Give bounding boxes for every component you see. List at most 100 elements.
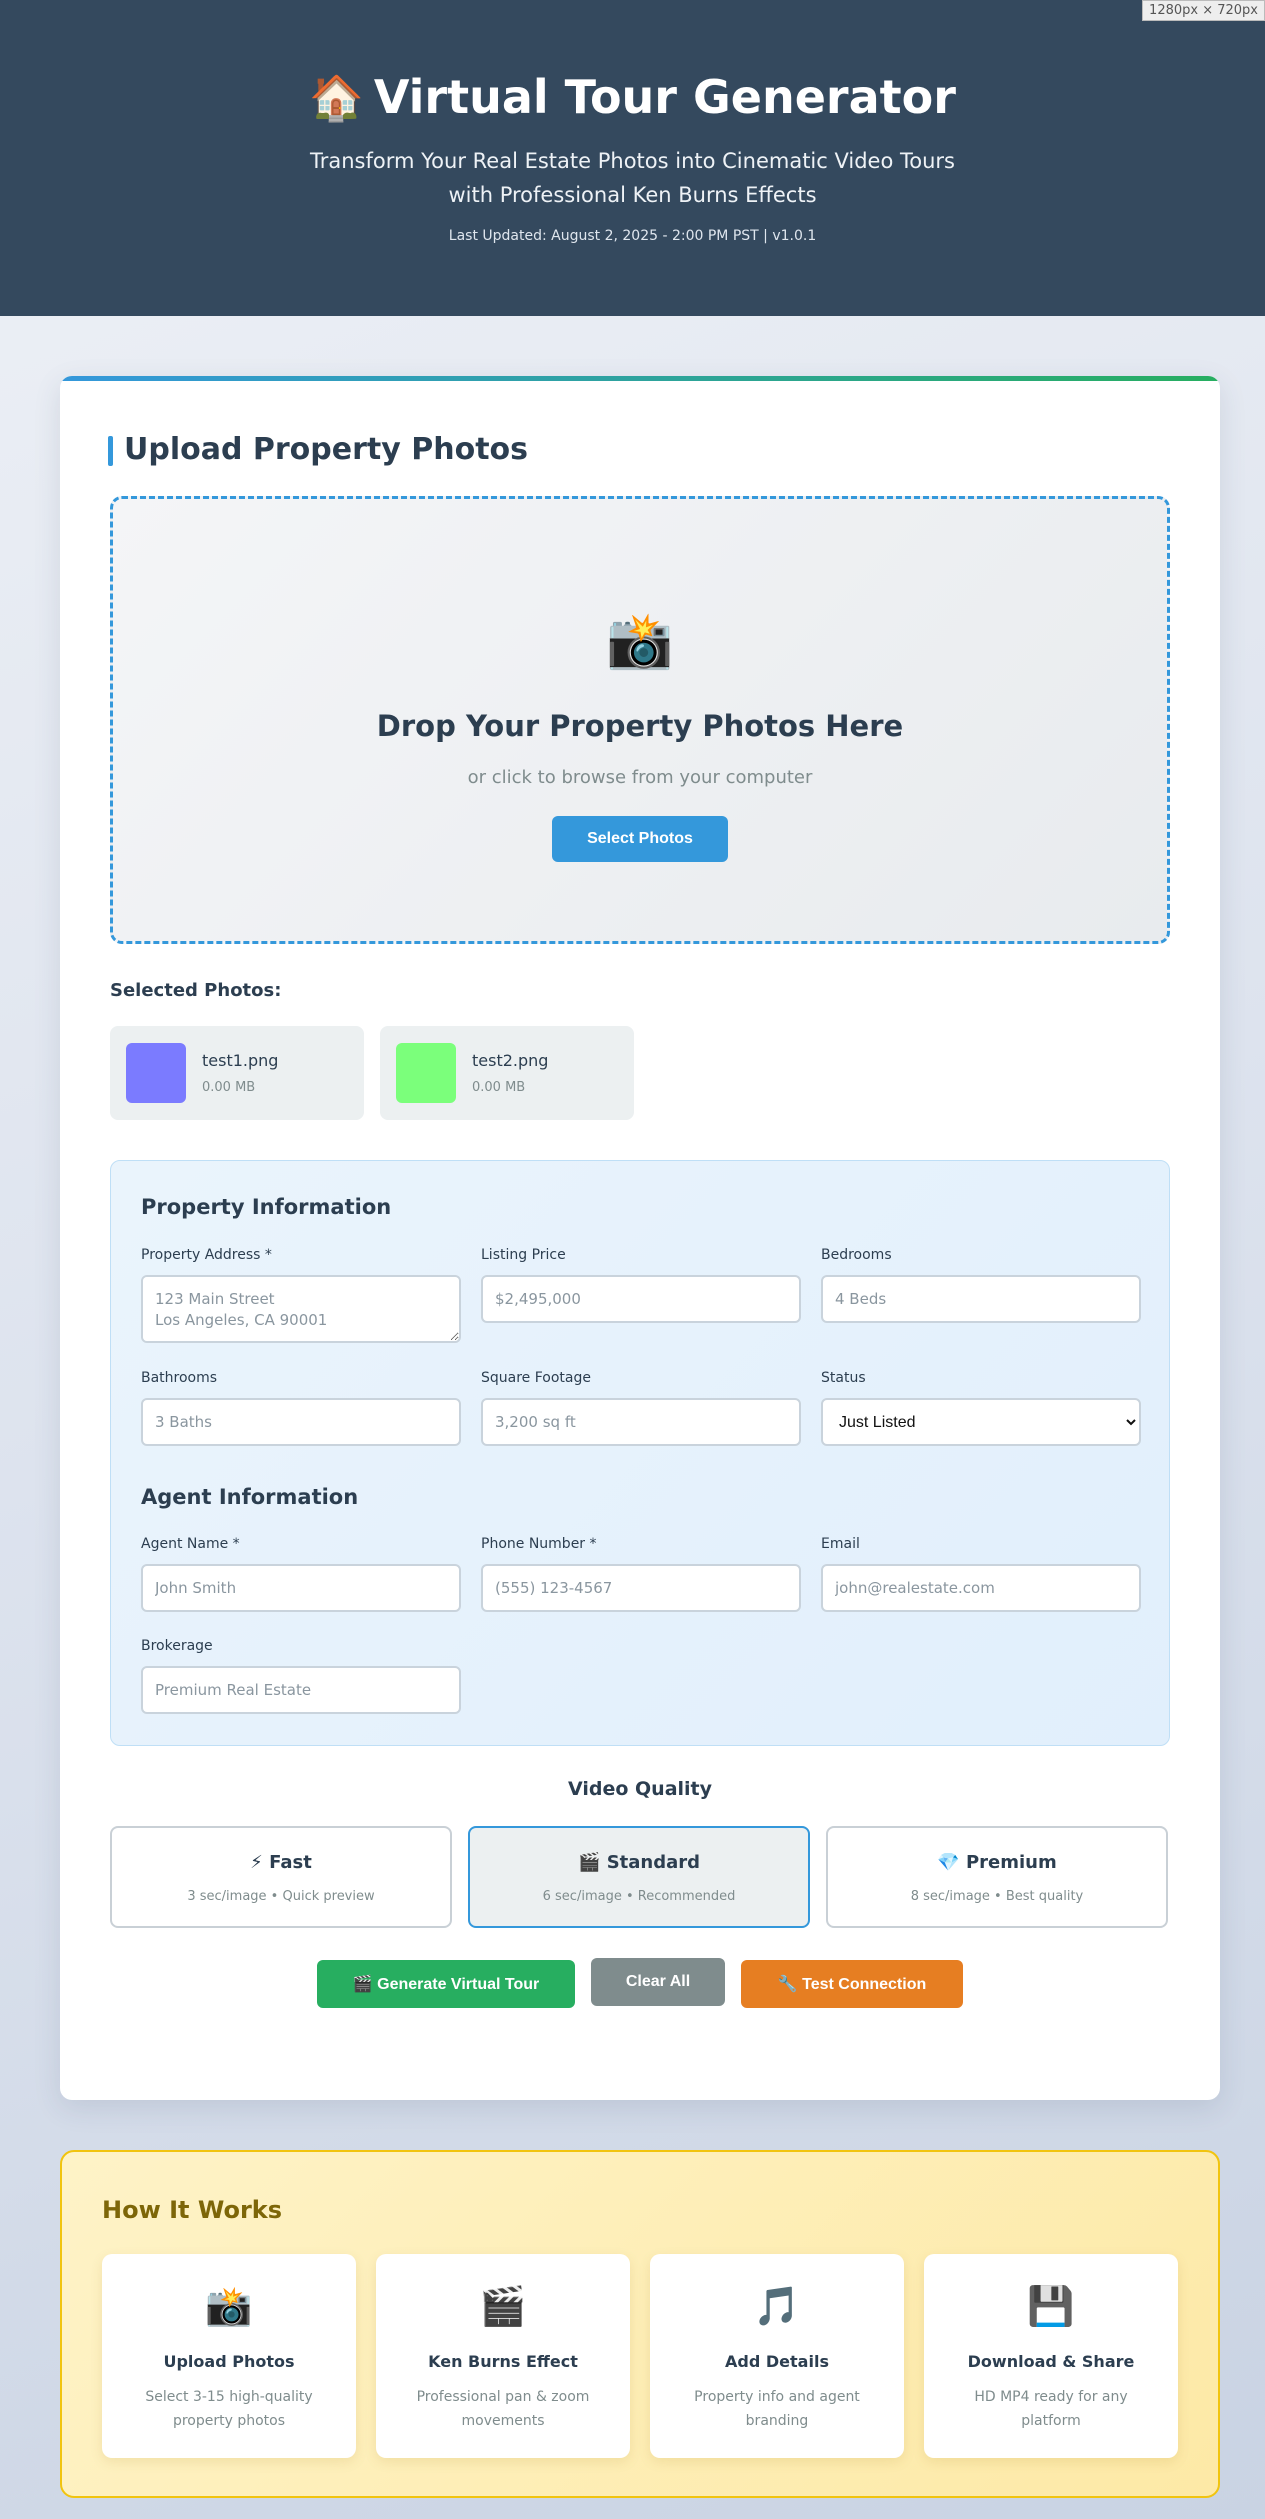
photo-filename: test1.png — [202, 1051, 279, 1070]
action-buttons: 🎬 Generate Virtual Tour Clear All 🔧 Test… — [60, 1958, 1220, 2008]
email-label: Email — [821, 1536, 860, 1552]
select-photos-button[interactable]: Select Photos — [552, 816, 728, 862]
sqft-field-group: Square Footage — [481, 1370, 801, 1446]
agent-name-input[interactable] — [141, 1564, 461, 1612]
bathrooms-field-group: Bathrooms — [141, 1370, 461, 1446]
price-field-group: Listing Price — [481, 1247, 801, 1323]
selected-photos-list: test1.png 0.00 MB test2.png 0.00 MB — [110, 1026, 634, 1120]
quality-option-desc: 8 sec/image • Best quality — [910, 1889, 1084, 1904]
dropzone-title: Drop Your Property Photos Here — [376, 709, 904, 743]
floppy-disk-icon: 💾 — [1027, 2284, 1075, 2328]
step-card: 💾 Download & Share HD MP4 ready for any … — [924, 2254, 1178, 2458]
page-subtitle: Transform Your Real Estate Photos into C… — [0, 144, 1265, 212]
sqft-input[interactable] — [481, 1398, 801, 1446]
bedrooms-input[interactable] — [821, 1275, 1141, 1323]
email-input[interactable] — [821, 1564, 1141, 1612]
clear-all-button[interactable]: Clear All — [591, 1958, 725, 2006]
generate-tour-button[interactable]: 🎬 Generate Virtual Tour — [317, 1960, 575, 2008]
step-title: Add Details — [725, 2352, 829, 2371]
house-icon: 🏠 — [309, 73, 364, 124]
last-updated: Last Updated: August 2, 2025 - 2:00 PM P… — [448, 228, 817, 244]
photo-filesize: 0.00 MB — [202, 1080, 256, 1095]
step-title: Download & Share — [967, 2352, 1135, 2371]
camera-icon: 📸 — [606, 609, 674, 672]
quality-option-standard[interactable]: 🎬 Standard 6 sec/image • Recommended — [468, 1826, 810, 1928]
quality-option-desc: 6 sec/image • Recommended — [542, 1889, 736, 1904]
subtitle-line-2: with Professional Ken Burns Effects — [448, 183, 817, 207]
price-label: Listing Price — [481, 1247, 566, 1263]
address-field-group: Property Address * — [141, 1247, 461, 1347]
agent-name-field-group: Agent Name * — [141, 1536, 461, 1612]
step-description: Professional pan & zoom movements — [416, 2389, 590, 2429]
address-label: Property Address * — [141, 1247, 272, 1263]
phone-input[interactable] — [481, 1564, 801, 1612]
quality-option-name: ⚡ Fast — [112, 1852, 450, 1873]
gem-icon: 💎 — [937, 1852, 960, 1873]
how-it-works-title: How It Works — [102, 2196, 283, 2224]
quality-option-name: 🎬 Standard — [470, 1852, 808, 1873]
viewport-size-badge: 1280px × 720px — [1142, 0, 1265, 21]
status-label: Status — [821, 1370, 866, 1386]
brokerage-label: Brokerage — [141, 1638, 213, 1654]
quality-option-name: 💎 Premium — [828, 1852, 1166, 1873]
selected-photos-label: Selected Photos: — [110, 980, 282, 1001]
address-input[interactable] — [141, 1275, 461, 1343]
quality-option-desc: 3 sec/image • Quick preview — [187, 1889, 375, 1904]
email-field-group: Email — [821, 1536, 1141, 1612]
clapperboard-icon: 🎬 — [479, 2284, 527, 2328]
quality-option-label: Standard — [606, 1852, 701, 1873]
step-description: Select 3-15 high-quality property photos — [145, 2389, 313, 2429]
steps-list: 📸 Upload Photos Select 3-15 high-quality… — [102, 2254, 1178, 2458]
test-connection-button[interactable]: 🔧 Test Connection — [741, 1960, 963, 2008]
step-card: 🎬 Ken Burns Effect Professional pan & zo… — [376, 2254, 630, 2458]
details-form: Property Information Property Address * … — [110, 1160, 1170, 1746]
property-info-title: Property Information — [141, 1195, 392, 1219]
bedrooms-field-group: Bedrooms — [821, 1247, 1141, 1323]
camera-icon: 📸 — [205, 2284, 253, 2328]
step-description: Property info and agent branding — [694, 2389, 860, 2429]
music-note-icon: 🎵 — [753, 2284, 801, 2328]
photo-item[interactable]: test1.png 0.00 MB — [110, 1026, 364, 1120]
step-title: Ken Burns Effect — [428, 2352, 578, 2371]
dropzone-subtitle: or click to browse from your computer — [467, 767, 813, 788]
quality-option-label: Fast — [269, 1852, 312, 1873]
photo-dropzone[interactable]: 📸 Drop Your Property Photos Here or clic… — [110, 496, 1170, 944]
photo-thumbnail — [126, 1043, 186, 1103]
status-field-group: Status Just Listed — [821, 1370, 1141, 1446]
step-card: 📸 Upload Photos Select 3-15 high-quality… — [102, 2254, 356, 2458]
sqft-label: Square Footage — [481, 1370, 591, 1386]
bedrooms-label: Bedrooms — [821, 1247, 892, 1263]
phone-label: Phone Number * — [481, 1536, 597, 1552]
photo-filesize: 0.00 MB — [472, 1080, 526, 1095]
photo-thumbnail — [396, 1043, 456, 1103]
page-title: 🏠 Virtual Tour Generator — [0, 70, 1265, 124]
bathrooms-label: Bathrooms — [141, 1370, 218, 1386]
quality-option-fast[interactable]: ⚡ Fast 3 sec/image • Quick preview — [110, 1826, 452, 1928]
how-it-works-section: How It Works 📸 Upload Photos Select 3-15… — [60, 2150, 1220, 2498]
price-input[interactable] — [481, 1275, 801, 1323]
brokerage-field-group: Brokerage — [141, 1638, 461, 1714]
phone-field-group: Phone Number * — [481, 1536, 801, 1612]
status-select[interactable]: Just Listed — [821, 1398, 1141, 1446]
lightning-icon: ⚡ — [250, 1852, 263, 1873]
step-card: 🎵 Add Details Property info and agent br… — [650, 2254, 904, 2458]
agent-info-title: Agent Information — [141, 1485, 359, 1509]
quality-options: ⚡ Fast 3 sec/image • Quick preview 🎬 Sta… — [110, 1826, 1168, 1928]
upload-card: Upload Property Photos 📸 Drop Your Prope… — [60, 376, 1220, 2100]
bathrooms-input[interactable] — [141, 1398, 461, 1446]
subtitle-line-1: Transform Your Real Estate Photos into C… — [310, 149, 955, 173]
quality-option-label: Premium — [965, 1852, 1057, 1873]
card-accent-bar — [60, 376, 1220, 381]
step-description: HD MP4 ready for any platform — [974, 2389, 1128, 2429]
photo-item[interactable]: test2.png 0.00 MB — [380, 1026, 634, 1120]
brokerage-input[interactable] — [141, 1666, 461, 1714]
photo-filename: test2.png — [472, 1051, 549, 1070]
video-quality-title: Video Quality — [567, 1778, 713, 1800]
quality-option-premium[interactable]: 💎 Premium 8 sec/image • Best quality — [826, 1826, 1168, 1928]
page-header: 🏠 Virtual Tour Generator Transform Your R… — [0, 0, 1265, 316]
step-title: Upload Photos — [163, 2352, 295, 2371]
agent-name-label: Agent Name * — [141, 1536, 240, 1552]
clapperboard-icon: 🎬 — [577, 1852, 601, 1873]
upload-section-title: Upload Property Photos — [108, 432, 528, 467]
page-title-text: Virtual Tour Generator — [373, 70, 956, 124]
